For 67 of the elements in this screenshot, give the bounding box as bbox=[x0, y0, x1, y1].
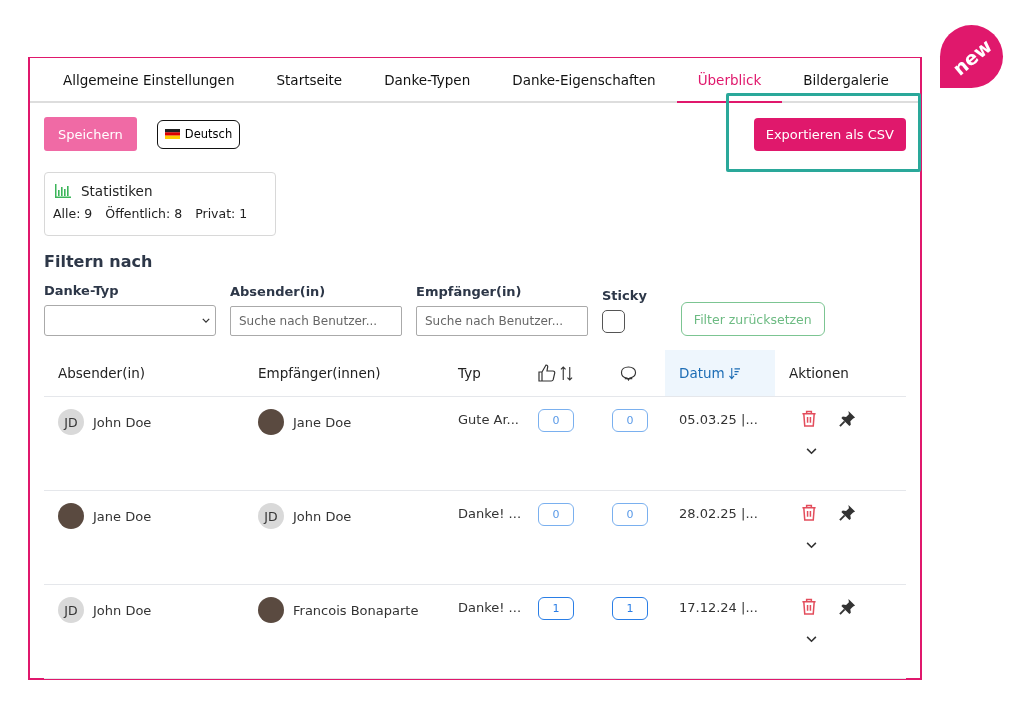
stat-count: Öffentlich: 8 bbox=[105, 206, 183, 221]
like-count[interactable]: 1 bbox=[538, 597, 574, 620]
avatar-placeholder bbox=[258, 597, 284, 623]
tab[interactable]: Überblick bbox=[676, 58, 783, 103]
chat-bubble-icon bbox=[620, 365, 637, 381]
comment-count[interactable]: 0 bbox=[612, 409, 648, 432]
avatar-placeholder bbox=[58, 503, 84, 529]
user-name: John Doe bbox=[293, 508, 352, 524]
search-field[interactable]: Suche nach Benutzer... bbox=[230, 306, 402, 336]
tab[interactable]: Danke-Eigenschaften bbox=[491, 58, 677, 103]
user-name: John Doe bbox=[93, 602, 152, 618]
tab[interactable]: Danke-Typen bbox=[363, 58, 492, 103]
bar-chart-icon bbox=[55, 184, 71, 198]
comment-count[interactable]: 1 bbox=[612, 597, 648, 620]
initials-avatar: JD bbox=[58, 597, 84, 623]
table-cell: Gute Ar... bbox=[458, 412, 519, 427]
field-label: Empfänger(in) bbox=[416, 284, 523, 299]
stat-count: Privat: 1 bbox=[195, 206, 248, 221]
tab[interactable]: Bildergalerie bbox=[782, 58, 910, 103]
tab[interactable]: Startseite bbox=[255, 58, 364, 103]
trash-icon bbox=[801, 410, 817, 427]
user-name: Jane Doe bbox=[93, 508, 152, 524]
chevron-down-icon bbox=[806, 636, 817, 643]
like-count[interactable]: 0 bbox=[538, 503, 574, 526]
chevron-down-icon bbox=[806, 448, 817, 455]
stats-title: Statistiken bbox=[81, 183, 153, 199]
table-cell: 05.03.25 |... bbox=[679, 412, 758, 427]
thumbs-up-icon bbox=[538, 364, 556, 382]
field-label: Absender(in) bbox=[230, 284, 327, 299]
user-name: Francois Bonaparte bbox=[293, 602, 419, 618]
column-header[interactable]: Empfänger(innen) bbox=[244, 350, 444, 396]
checkbox[interactable] bbox=[602, 310, 625, 333]
chevron-down-icon bbox=[806, 542, 817, 549]
avatar-placeholder bbox=[258, 409, 284, 435]
initials-avatar: JD bbox=[258, 503, 284, 529]
section-heading: Filtern nach bbox=[44, 252, 154, 271]
field-label: Sticky bbox=[602, 288, 647, 303]
pin-icon bbox=[839, 598, 856, 615]
pin-icon bbox=[839, 504, 856, 521]
stat-count: Alle: 9 bbox=[53, 206, 93, 221]
dropdown-field[interactable] bbox=[44, 305, 216, 336]
user-name: John Doe bbox=[93, 414, 152, 430]
save-button[interactable]: Speichern bbox=[44, 117, 137, 151]
comment-count[interactable]: 0 bbox=[612, 503, 648, 526]
column-header[interactable]: Aktionen bbox=[775, 350, 905, 396]
tab[interactable]: Allgemeine Einstellungen bbox=[42, 58, 256, 103]
german-flag-icon bbox=[164, 129, 180, 139]
table-cell: 17.12.24 |... bbox=[679, 600, 758, 615]
initials-avatar: JD bbox=[58, 409, 84, 435]
table-cell: Danke! ... bbox=[458, 506, 522, 521]
table-cell: Danke! ... bbox=[458, 600, 522, 615]
chevron-down-icon bbox=[202, 318, 210, 323]
sort-icon bbox=[560, 365, 573, 381]
column-header[interactable]: Datum bbox=[665, 350, 775, 396]
table-cell: 28.02.25 |... bbox=[679, 506, 758, 521]
like-count[interactable]: 0 bbox=[538, 409, 574, 432]
trash-icon bbox=[801, 598, 817, 615]
search-field[interactable]: Suche nach Benutzer... bbox=[416, 306, 588, 336]
trash-icon bbox=[801, 504, 817, 521]
language-button[interactable]: Deutsch bbox=[156, 119, 241, 149]
column-header[interactable]: Absender(in) bbox=[44, 350, 244, 396]
pin-icon bbox=[839, 410, 856, 427]
export-csv-button[interactable]: Exportieren als CSV bbox=[753, 117, 906, 151]
sort-descending-icon bbox=[728, 366, 740, 380]
column-header[interactable]: Typ bbox=[444, 350, 530, 396]
field-label: Danke-Typ bbox=[44, 283, 120, 298]
user-name: Jane Doe bbox=[293, 414, 352, 430]
